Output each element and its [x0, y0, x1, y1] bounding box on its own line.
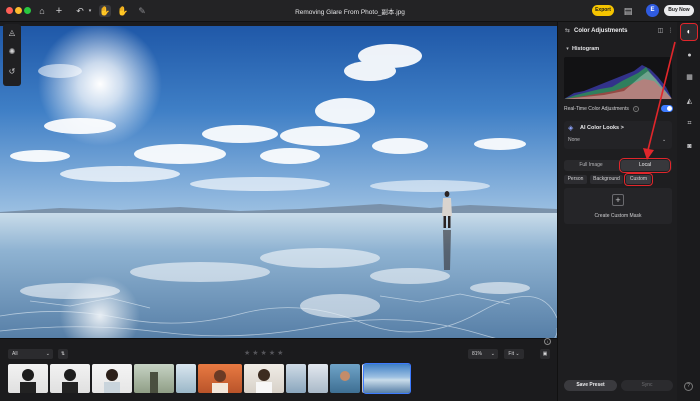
thumbnail[interactable]: [134, 364, 174, 393]
thumbnail[interactable]: [308, 364, 328, 393]
mask-type-custom[interactable]: Custom: [624, 173, 653, 186]
close-window-button[interactable]: [6, 7, 13, 14]
realtime-toggle[interactable]: [661, 105, 673, 112]
chevron-down-icon: ⌄: [490, 351, 495, 357]
adjustments-icon: ⇆: [564, 28, 571, 34]
tab-full-image[interactable]: Full Image: [564, 160, 618, 171]
thumbnail[interactable]: [50, 364, 90, 393]
compare-icon[interactable]: ◫: [656, 27, 665, 36]
chevron-right-icon: >: [620, 125, 624, 131]
thumbnail-selected[interactable]: [363, 363, 411, 394]
mask-type-person[interactable]: Person: [564, 175, 587, 184]
magic-icon[interactable]: ◬: [6, 27, 18, 39]
fit-button[interactable]: Fit ⌄: [504, 349, 524, 359]
panel-title: Color Adjustments: [574, 28, 628, 34]
more-icon[interactable]: ⋮: [666, 27, 675, 36]
thumbnail[interactable]: [198, 364, 242, 393]
create-custom-mask-label: Create Custom Mask: [594, 213, 642, 219]
rating-stars[interactable]: ★★★★★: [244, 349, 285, 357]
export-button[interactable]: Export: [592, 5, 614, 16]
zoom-select[interactable]: 81% ⌄: [468, 349, 498, 359]
brush-icon[interactable]: ✎: [136, 5, 148, 17]
hand-icon[interactable]: ✋: [99, 5, 111, 17]
info-icon[interactable]: i: [544, 338, 551, 345]
thumbnail[interactable]: [286, 364, 306, 393]
thumbnail-strip: [8, 363, 411, 394]
ai-color-icon: ◈: [568, 125, 574, 132]
save-preset-button[interactable]: Save Preset: [564, 380, 617, 391]
thumbnail[interactable]: [330, 364, 360, 393]
help-icon[interactable]: ?: [684, 382, 693, 391]
sync-button[interactable]: Sync: [621, 380, 673, 391]
chevron-down-icon[interactable]: ⌄: [662, 137, 666, 143]
collapse-icon[interactable]: ▾: [563, 45, 572, 54]
looks-select[interactable]: None: [568, 137, 580, 143]
fit-label: Fit: [508, 351, 514, 357]
toggle-knob: [667, 106, 672, 111]
thumbnail[interactable]: [8, 364, 48, 393]
plus-icon[interactable]: +: [53, 5, 65, 17]
tab-local[interactable]: Local: [619, 158, 671, 173]
thumbnail[interactable]: [92, 364, 132, 393]
pan-icon[interactable]: ✋: [117, 5, 129, 17]
undo-dropdown-icon[interactable]: ▾: [84, 5, 96, 17]
compare-view-icon[interactable]: ▣: [540, 349, 550, 359]
chevron-down-icon: ⌄: [515, 351, 520, 357]
image-canvas[interactable]: [0, 26, 557, 338]
zoom-value: 81%: [472, 351, 483, 357]
camera-icon[interactable]: ◙: [684, 141, 695, 152]
maximize-window-button[interactable]: [24, 7, 31, 14]
title-bar: ⌂ + ↶ ▾ ✋ ✋ ✎ Removing Glare From Photo_…: [0, 0, 700, 22]
layers-icon[interactable]: ▦: [684, 72, 695, 83]
photo-preview: [0, 26, 557, 338]
minimize-window-button[interactable]: [15, 7, 22, 14]
histogram: [564, 57, 672, 99]
thumbnail[interactable]: [176, 364, 196, 393]
share-icon[interactable]: ▤: [622, 5, 634, 17]
history-icon[interactable]: ↺: [6, 66, 18, 78]
home-icon[interactable]: ⌂: [36, 5, 48, 17]
drop-icon[interactable]: ●: [684, 50, 695, 61]
plus-icon[interactable]: +: [612, 194, 624, 206]
left-tool-strip: ◬ ✺ ↺: [3, 24, 21, 86]
filter-select-value: All: [12, 351, 18, 357]
shirt-icon[interactable]: ◭: [684, 96, 695, 107]
mask-type-background[interactable]: Background: [590, 175, 623, 184]
ai-color-looks-label[interactable]: AI Color Looks >: [580, 125, 624, 131]
settings-icon[interactable]: ✺: [6, 46, 18, 58]
color-adjustments-icon[interactable]: ◐: [680, 23, 698, 41]
filter-select[interactable]: All ⌄: [8, 349, 53, 359]
buy-now-button[interactable]: Buy Now: [664, 5, 694, 16]
thumbnail[interactable]: [244, 364, 284, 393]
account-avatar[interactable]: E: [646, 4, 659, 17]
info-icon[interactable]: i: [633, 106, 639, 112]
document-title: Removing Glare From Photo_副本.jpg: [295, 9, 405, 16]
ai-color-looks-text: AI Color Looks: [580, 125, 620, 131]
chevron-down-icon: ⌄: [45, 351, 50, 357]
crop-icon[interactable]: ⌗: [684, 118, 695, 129]
sort-icon[interactable]: ⇅: [58, 349, 68, 359]
histogram-label: Histogram: [572, 46, 600, 52]
realtime-adjustments-label: Real-Time Color Adjustments: [564, 106, 629, 112]
